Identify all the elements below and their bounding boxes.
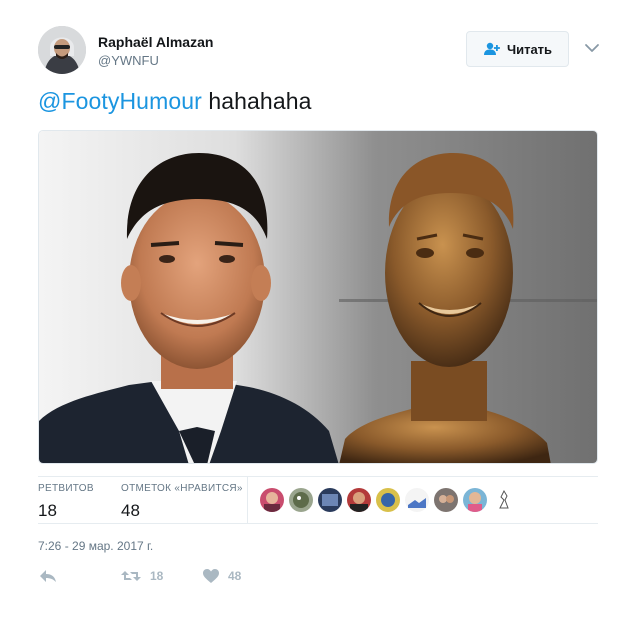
tweet-card: Raphaël Almazan @YWNFU Читать @FootyHumo… bbox=[0, 0, 632, 617]
likes-label: ОТМЕТОК «НРАВИТСЯ» bbox=[121, 483, 243, 494]
liker-avatar[interactable] bbox=[463, 488, 487, 512]
retweet-button[interactable]: 18 bbox=[120, 568, 163, 584]
retweets-label: РЕТВИТОВ bbox=[38, 483, 94, 494]
liker-avatar[interactable] bbox=[376, 488, 400, 512]
follow-button-label: Читать bbox=[506, 41, 553, 57]
stats-divider bbox=[247, 477, 248, 524]
liker-avatar[interactable] bbox=[434, 488, 458, 512]
liker-avatar[interactable] bbox=[405, 488, 429, 512]
like-button[interactable]: 48 bbox=[202, 568, 241, 584]
reply-button[interactable] bbox=[38, 568, 58, 584]
add-user-icon bbox=[483, 42, 500, 55]
tweet-stats: РЕТВИТОВ 18 ОТМЕТОК «НРАВИТСЯ» 48 bbox=[38, 476, 598, 524]
liker-avatar[interactable] bbox=[318, 488, 342, 512]
mention-link[interactable]: @FootyHumour bbox=[38, 88, 202, 114]
tweet-body: hahahaha bbox=[201, 88, 312, 114]
likes-stat[interactable]: ОТМЕТОК «НРАВИТСЯ» 48 bbox=[121, 483, 243, 521]
author-avatar[interactable] bbox=[38, 26, 86, 74]
liker-avatar[interactable] bbox=[492, 488, 516, 512]
liker-avatars bbox=[260, 488, 516, 512]
tweet-photo[interactable] bbox=[38, 130, 598, 464]
author-handle[interactable]: @YWNFU bbox=[98, 53, 159, 68]
liker-avatar[interactable] bbox=[260, 488, 284, 512]
liker-avatar[interactable] bbox=[289, 488, 313, 512]
chevron-down-icon[interactable] bbox=[584, 42, 600, 54]
like-count: 48 bbox=[228, 569, 242, 583]
heart-icon bbox=[203, 569, 219, 583]
reply-icon bbox=[40, 570, 56, 582]
follow-button[interactable]: Читать bbox=[466, 31, 569, 67]
retweet-icon bbox=[121, 571, 141, 581]
retweets-count: 18 bbox=[38, 501, 57, 520]
tweet-timestamp[interactable]: 7:26 - 29 мар. 2017 г. bbox=[38, 539, 153, 553]
photo-image bbox=[39, 131, 597, 463]
retweet-count: 18 bbox=[150, 569, 164, 583]
liker-avatar[interactable] bbox=[347, 488, 371, 512]
likes-count: 48 bbox=[121, 501, 140, 520]
retweets-stat[interactable]: РЕТВИТОВ 18 bbox=[38, 483, 94, 521]
tweet-text: @FootyHumour hahahaha bbox=[38, 88, 312, 115]
author-name[interactable]: Raphaël Almazan bbox=[98, 34, 213, 50]
avatar-image bbox=[38, 26, 86, 74]
